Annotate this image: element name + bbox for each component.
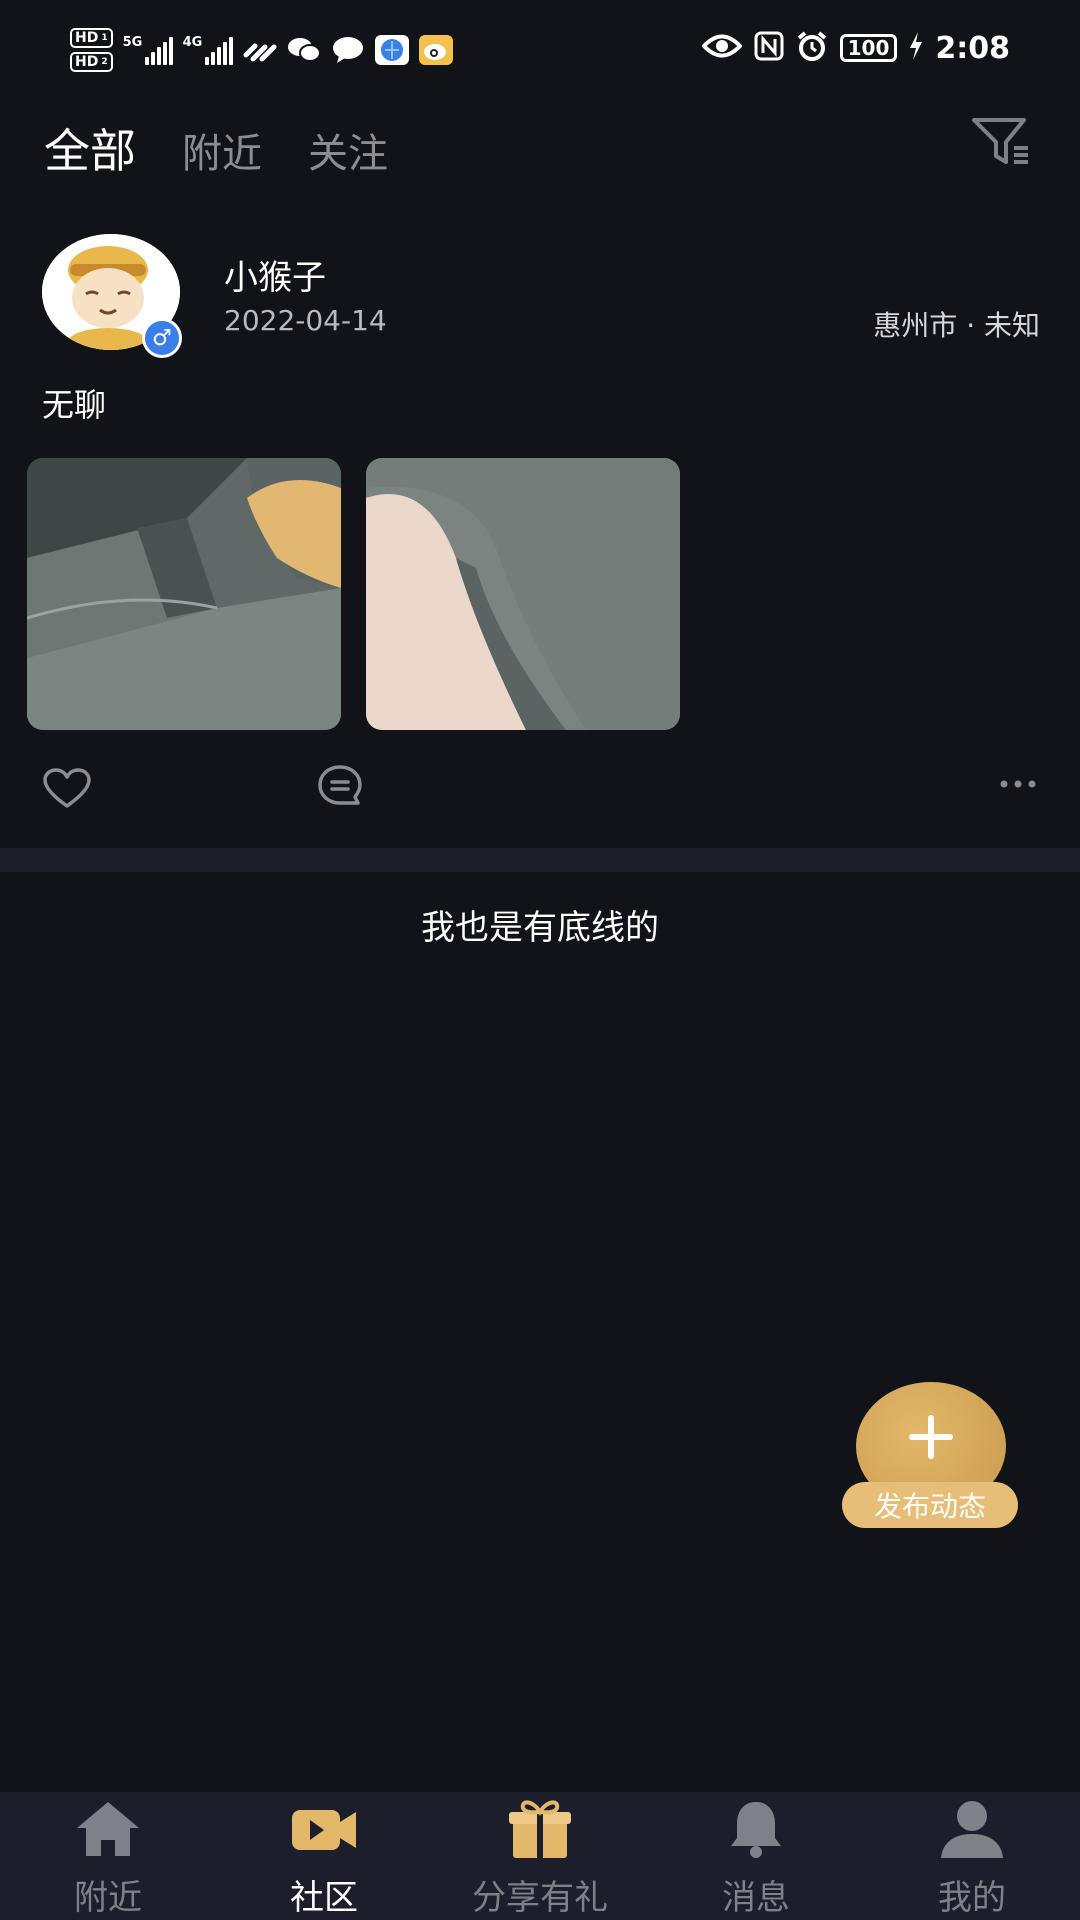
post-image-2[interactable] xyxy=(366,458,680,730)
wifi-link-icon xyxy=(243,35,277,65)
nav-label-nearby: 附近 xyxy=(74,1878,142,1918)
charging-icon xyxy=(909,32,923,64)
wechat-icon xyxy=(287,35,321,65)
status-bar: HD 1 HD 2 5G 4G 100 2:08 xyxy=(0,0,1080,100)
sim2-index: 2 xyxy=(101,57,108,67)
sim-indicators: HD 1 HD 2 xyxy=(70,28,113,72)
gender-male-badge: ♂ xyxy=(142,318,182,358)
clock: 2:08 xyxy=(935,30,1010,66)
nav-label-community: 社区 xyxy=(290,1878,358,1918)
nav-item-profile[interactable]: 我的 xyxy=(864,1792,1080,1920)
sim1-hd-badge: HD 1 xyxy=(70,28,113,48)
post-location: 惠州市 · 未知 xyxy=(873,309,1040,342)
tab-following[interactable]: 关注 xyxy=(308,121,388,179)
nfc-icon xyxy=(754,31,784,65)
more-icon[interactable] xyxy=(998,774,1038,794)
post-actions xyxy=(0,760,1080,826)
net1-label: 5G xyxy=(122,35,143,50)
sim2-hd-badge: HD 2 xyxy=(70,52,113,72)
nav-label-profile: 我的 xyxy=(938,1878,1006,1918)
eye-icon xyxy=(700,33,743,63)
nav-item-nearby[interactable]: 附近 xyxy=(0,1792,216,1920)
publish-post-button[interactable]: 发布动态 xyxy=(840,1382,1020,1530)
filter-icon[interactable] xyxy=(970,116,1034,168)
post-username[interactable]: 小猴子 xyxy=(224,250,326,299)
feed-end-text: 我也是有底线的 xyxy=(421,908,659,948)
sim1-index: 1 xyxy=(101,33,108,43)
plus-icon xyxy=(909,1415,953,1459)
heart-icon[interactable] xyxy=(42,768,92,810)
nav-label-share-gift: 分享有礼 xyxy=(472,1878,608,1918)
feed-tabs: 全部 附近 关注 xyxy=(44,115,388,181)
avatar[interactable]: ♂ xyxy=(42,234,182,358)
signal-5g-icon: 5G xyxy=(123,35,173,65)
net2-label: 4G xyxy=(182,35,203,50)
alarm-icon xyxy=(796,30,828,66)
post-card: ♂ 小猴子 2022-04-14 惠州市 · 未知 无聊 xyxy=(0,230,1080,848)
nav-item-share-gift[interactable]: 分享有礼 xyxy=(432,1792,648,1920)
post-image-1[interactable] xyxy=(27,458,341,730)
post-text: 无聊 xyxy=(42,386,107,424)
browser-icon xyxy=(374,35,409,65)
bottom-nav: 附近 社区 分享有礼 消息 我的 xyxy=(0,1792,1080,1920)
message-icon xyxy=(331,35,365,65)
bell-icon xyxy=(721,1798,791,1860)
post-date: 2022-04-14 xyxy=(224,304,387,337)
feed-divider xyxy=(0,848,1080,872)
tab-nearby[interactable]: 附近 xyxy=(182,121,262,179)
status-left: HD 1 HD 2 5G 4G xyxy=(70,28,453,72)
community-screen: HD 1 HD 2 5G 4G 100 2:08 全部 附近 关注 ♂ 小猴子 … xyxy=(0,0,1080,1920)
user-icon xyxy=(937,1798,1007,1860)
nav-label-messages: 消息 xyxy=(722,1878,790,1918)
nav-item-messages[interactable]: 消息 xyxy=(648,1792,864,1920)
home-icon xyxy=(73,1798,143,1860)
gift-icon xyxy=(505,1798,575,1860)
tab-all[interactable]: 全部 xyxy=(44,115,136,181)
comment-icon[interactable] xyxy=(316,764,364,810)
weibo-icon xyxy=(418,35,453,65)
signal-4g-icon: 4G xyxy=(183,35,233,65)
nav-item-community[interactable]: 社区 xyxy=(216,1792,432,1920)
battery-level: 100 xyxy=(847,36,890,60)
sim2-label: HD xyxy=(75,54,99,70)
video-camera-icon xyxy=(289,1798,359,1860)
sim1-label: HD xyxy=(75,30,99,46)
battery-indicator: 100 xyxy=(839,34,898,62)
status-right: 100 2:08 xyxy=(700,30,1010,66)
publish-post-label: 发布动态 xyxy=(842,1482,1018,1528)
